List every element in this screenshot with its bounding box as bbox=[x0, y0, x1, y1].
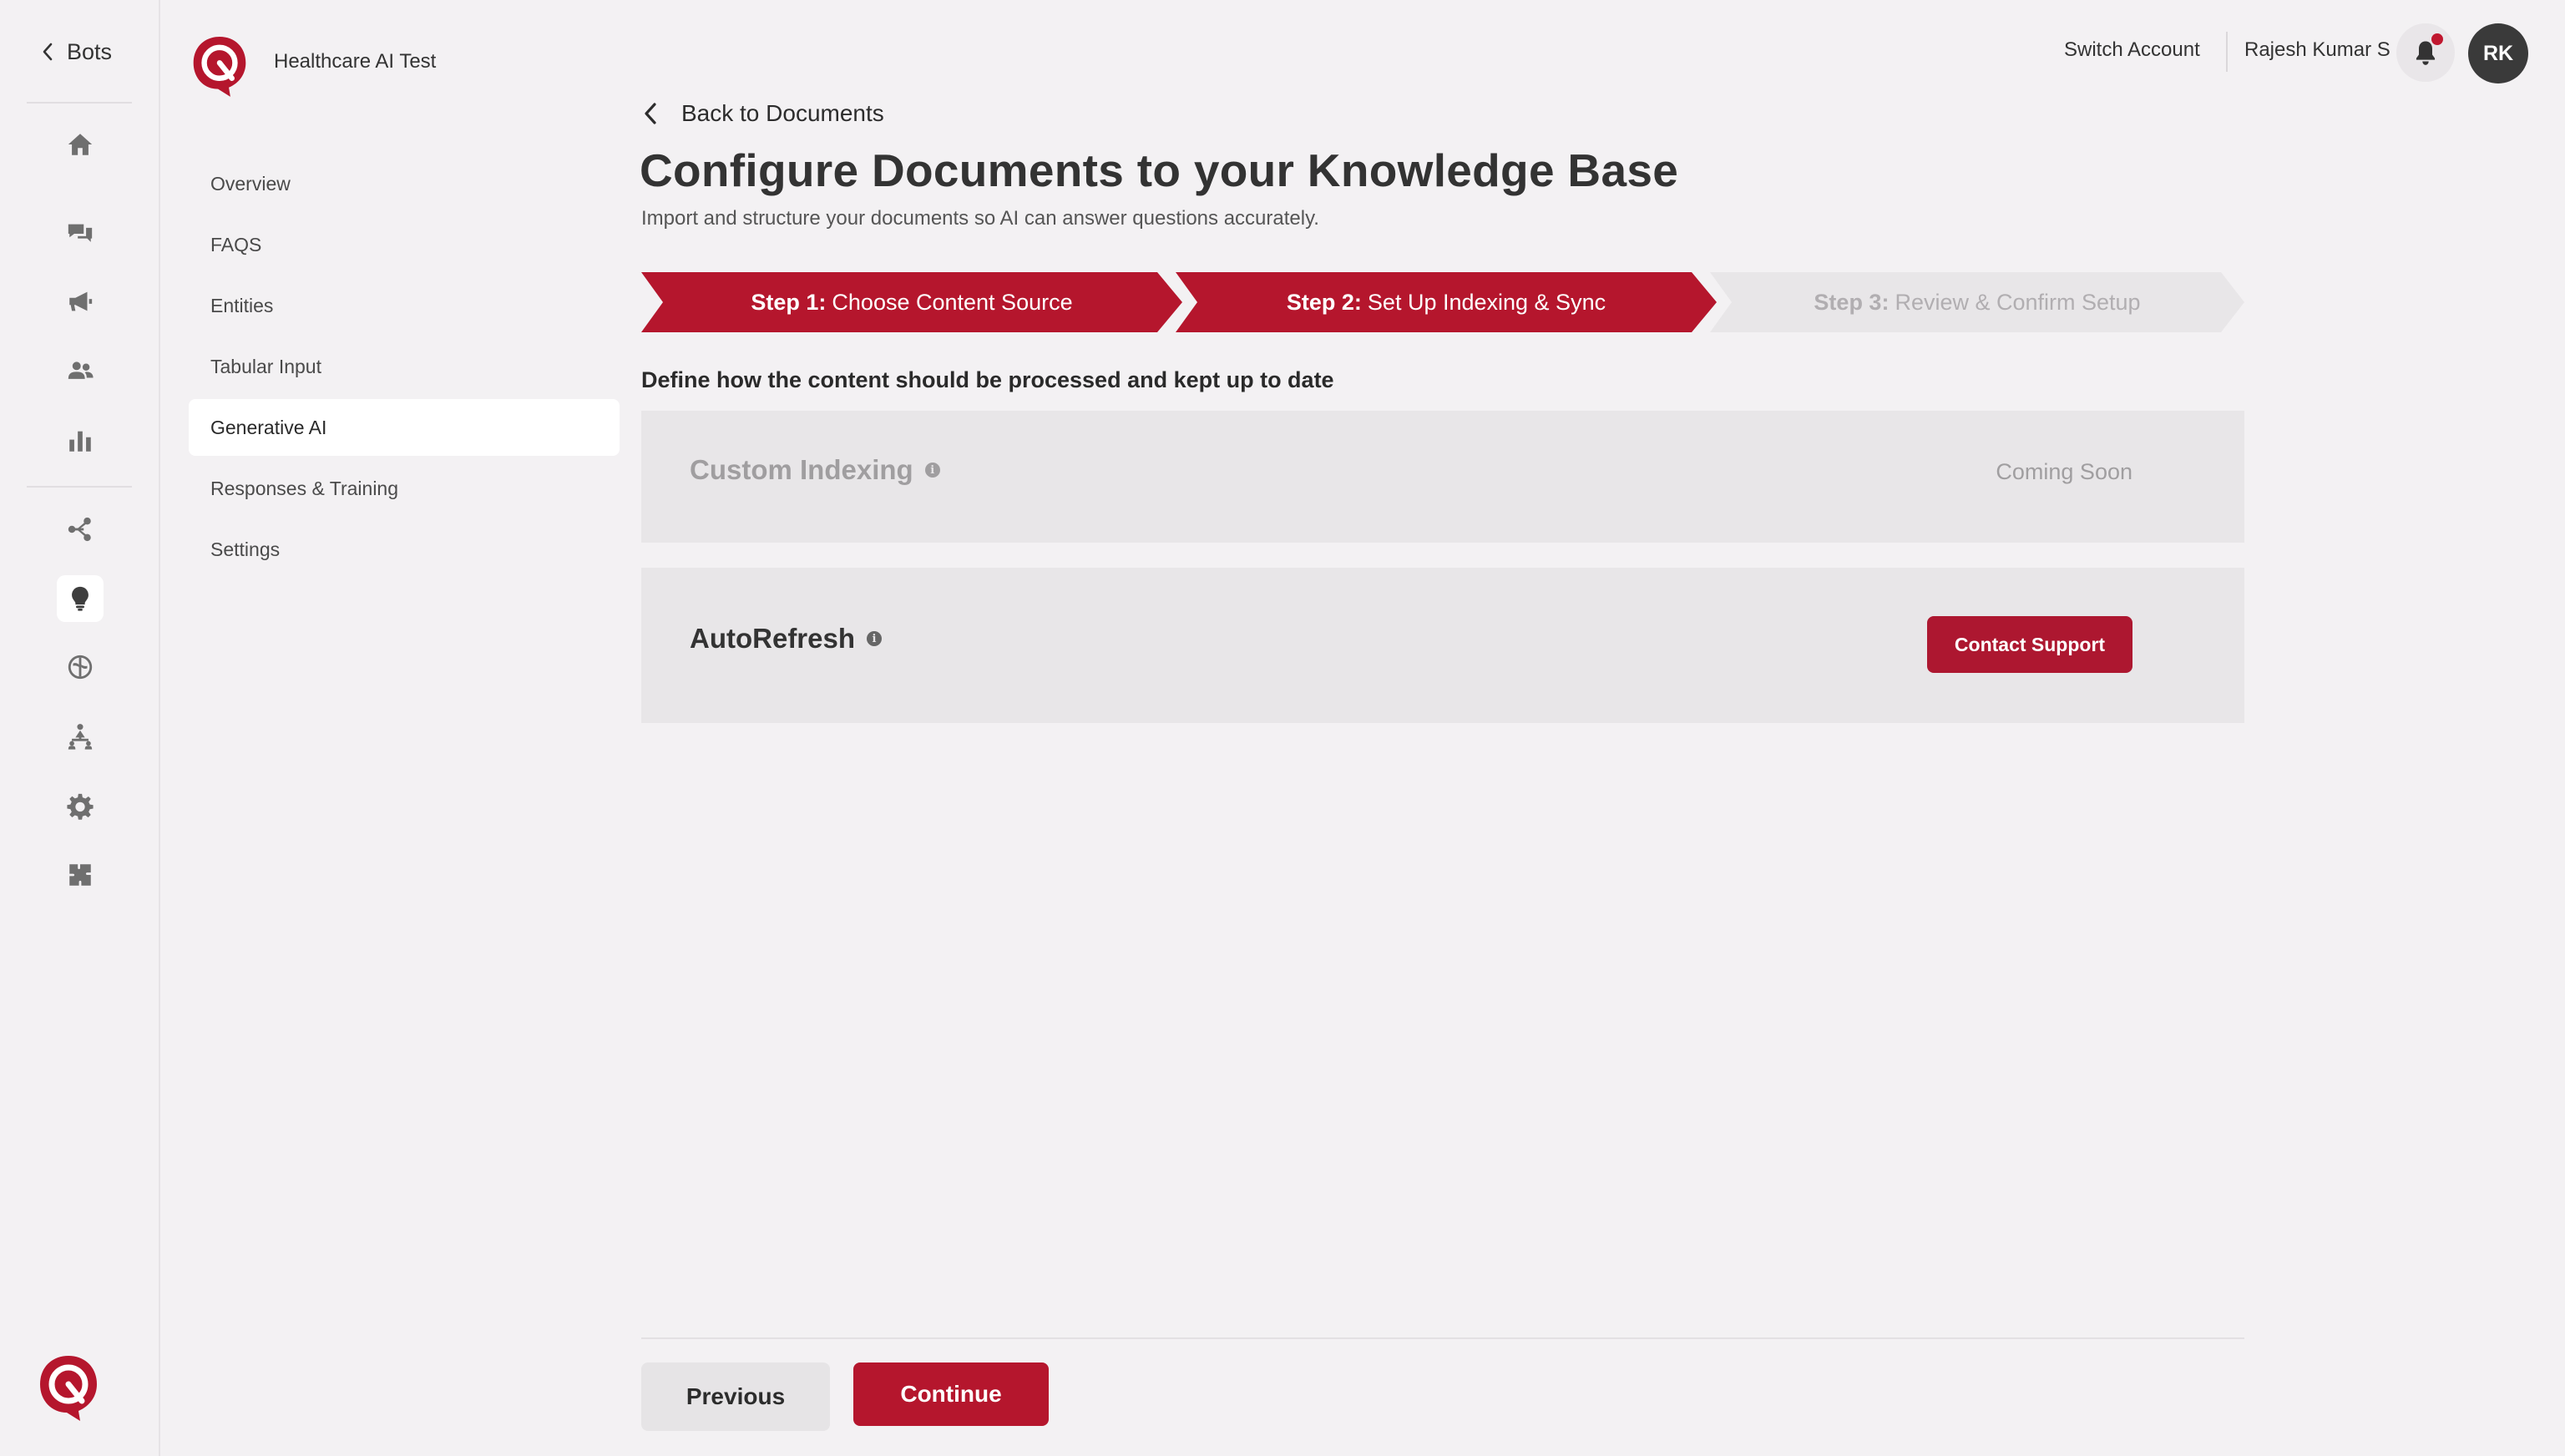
lightbulb-icon[interactable] bbox=[57, 575, 104, 622]
user-name[interactable]: Rajesh Kumar S bbox=[2244, 38, 2390, 62]
topbar-divider bbox=[2226, 32, 2228, 72]
back-to-documents-link[interactable]: Back to Documents bbox=[641, 95, 884, 132]
custom-indexing-title-row: Custom Indexing i bbox=[690, 454, 940, 486]
chevron-left-icon bbox=[645, 103, 656, 124]
step-1-label: Step 1: bbox=[751, 289, 827, 315]
nav-item-faqs[interactable]: FAQS bbox=[189, 216, 620, 273]
coming-soon-badge: Coming Soon bbox=[1996, 459, 2132, 484]
step-2-text: Set Up Indexing & Sync bbox=[1367, 289, 1606, 315]
step-choose-content-source[interactable]: Step 1: Choose Content Source bbox=[641, 272, 1182, 332]
page-subtitle: Import and structure your documents so A… bbox=[641, 207, 1319, 230]
notification-dot bbox=[2431, 33, 2443, 45]
chevron-left-icon bbox=[43, 43, 53, 61]
rail-divider bbox=[27, 102, 132, 104]
section-heading: Define how the content should be process… bbox=[641, 367, 1334, 392]
flow-icon[interactable] bbox=[57, 506, 104, 553]
step-review-confirm-setup: Step 3: Review & Confirm Setup bbox=[1710, 272, 2244, 332]
nav-item-settings[interactable]: Settings bbox=[189, 521, 620, 578]
page-title: Configure Documents to your Knowledge Ba… bbox=[640, 144, 1679, 196]
custom-indexing-card: Custom Indexing i Coming Soon bbox=[641, 411, 2244, 543]
back-to-bots-label: Bots bbox=[67, 38, 113, 64]
nav-item-entities[interactable]: Entities bbox=[189, 277, 620, 334]
step-3-label: Step 3: bbox=[1814, 289, 1890, 315]
switch-account-link[interactable]: Switch Account bbox=[2064, 38, 2200, 62]
back-to-bots-link[interactable]: Bots bbox=[40, 37, 112, 67]
brain-icon[interactable] bbox=[57, 644, 104, 690]
users-icon[interactable] bbox=[57, 347, 104, 394]
chat-icon[interactable] bbox=[57, 210, 104, 257]
back-to-documents-label: Back to Documents bbox=[681, 100, 884, 126]
bot-logo bbox=[193, 37, 246, 97]
autorefresh-card: AutoRefresh i Contact Support bbox=[641, 568, 2244, 723]
secondary-nav: Healthcare AI Test Overview FAQS Entitie… bbox=[160, 0, 636, 1456]
gear-icon[interactable] bbox=[57, 782, 104, 829]
autorefresh-title: AutoRefresh bbox=[690, 623, 856, 654]
megaphone-icon[interactable] bbox=[57, 278, 104, 325]
step-3-text: Review & Confirm Setup bbox=[1895, 289, 2141, 315]
nav-item-responses-training[interactable]: Responses & Training bbox=[189, 460, 620, 517]
puzzle-icon[interactable] bbox=[57, 852, 104, 898]
step-set-up-indexing-sync[interactable]: Step 2: Set Up Indexing & Sync bbox=[1176, 272, 1717, 332]
continue-button[interactable]: Continue bbox=[853, 1362, 1049, 1426]
custom-indexing-title: Custom Indexing bbox=[690, 454, 913, 485]
brand-logo bbox=[40, 1356, 97, 1421]
contact-support-button[interactable]: Contact Support bbox=[1927, 616, 2132, 673]
avatar[interactable]: RK bbox=[2468, 23, 2528, 83]
step-2-label: Step 2: bbox=[1286, 289, 1362, 315]
nav-item-generative-ai[interactable]: Generative AI bbox=[189, 399, 620, 456]
info-icon[interactable]: i bbox=[867, 631, 883, 646]
bar-chart-icon[interactable] bbox=[57, 417, 104, 464]
hierarchy-icon[interactable] bbox=[57, 713, 104, 760]
previous-button[interactable]: Previous bbox=[641, 1362, 830, 1431]
autorefresh-title-row: AutoRefresh i bbox=[690, 623, 883, 655]
notifications-button[interactable] bbox=[2396, 23, 2455, 82]
nav-item-overview[interactable]: Overview bbox=[189, 155, 620, 212]
home-icon[interactable] bbox=[57, 121, 104, 168]
info-icon[interactable]: i bbox=[924, 463, 940, 478]
setup-stepper: Step 1: Choose Content Source Step 2: Se… bbox=[641, 272, 2244, 332]
nav-item-tabular-input[interactable]: Tabular Input bbox=[189, 338, 620, 395]
footer-divider bbox=[641, 1337, 2244, 1339]
rail-divider bbox=[27, 486, 132, 488]
icon-rail: Bots bbox=[0, 0, 160, 1456]
step-1-text: Choose Content Source bbox=[832, 289, 1073, 315]
bot-name: Healthcare AI Test bbox=[274, 50, 437, 73]
